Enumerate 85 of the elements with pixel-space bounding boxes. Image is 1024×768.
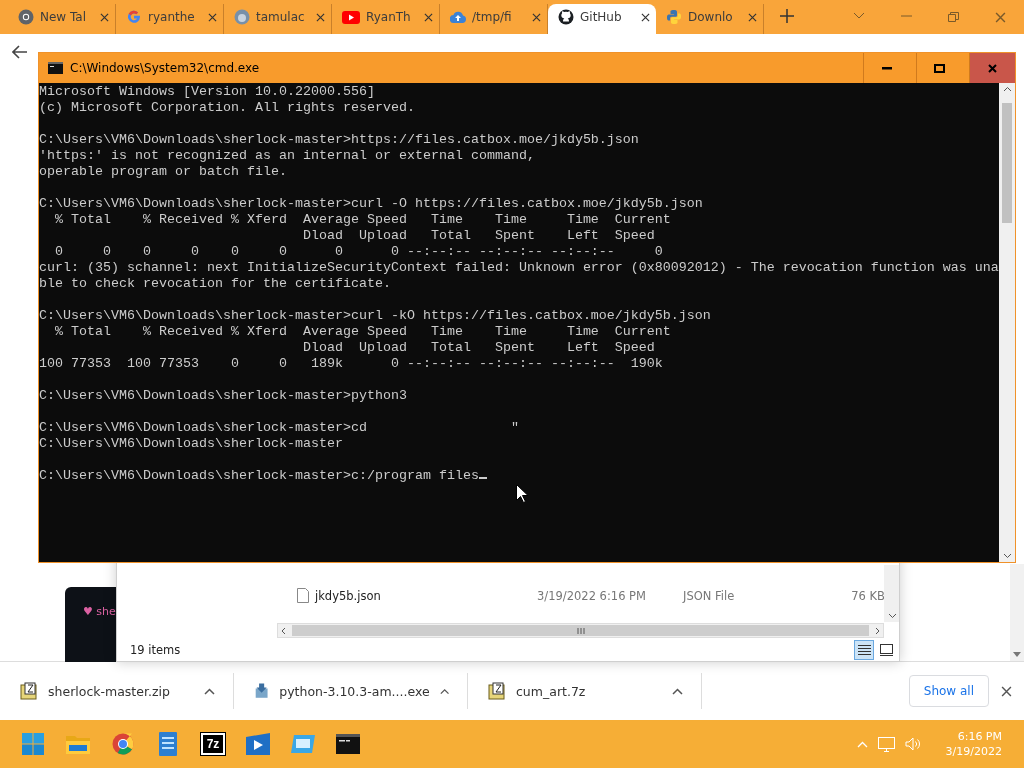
terminal-line: C:\Users\VM6\Downloads\sherlock-master xyxy=(39,436,344,452)
browser-logo-icon[interactable] xyxy=(112,733,134,755)
terminal-line: C:\Users\VM6\Downloads\sherlock-master>curl -O https://files.catbox.moe/jkdy5b.json xyxy=(39,196,704,212)
terminal-line: Dload Upload Total Spent Left Speed xyxy=(301,228,656,244)
chevron-up-icon[interactable] xyxy=(1002,86,1012,92)
close-icon xyxy=(988,63,997,73)
restore-icon[interactable] xyxy=(948,12,959,22)
terminal-line: % Total % Received % Xferd Average Speed Time Time Time Current xyxy=(54,212,672,228)
scrollbar-thumb[interactable] xyxy=(1002,103,1012,223)
terminal-line: (c) Microsoft Corporation. All rights reserved. xyxy=(39,100,416,116)
cloud-upload-icon xyxy=(450,11,466,23)
caret-up-icon[interactable] xyxy=(204,687,215,695)
tiles-icon xyxy=(879,644,893,656)
installer-icon xyxy=(254,682,270,700)
terminal-line: 'https:' is not recognized as an internal or external command, xyxy=(39,148,536,164)
file-date: 3/19/2022 6:16 PM xyxy=(537,588,647,603)
play-logo-icon xyxy=(342,10,360,24)
terminal-line: C:\Users\VM6\Downloads\sherlock-master>python3 xyxy=(39,388,408,404)
chevron-left-icon[interactable] xyxy=(281,626,286,635)
close-icon[interactable] xyxy=(748,12,757,22)
chevron-right-icon[interactable] xyxy=(875,626,880,635)
terminal-line: C:\Users\VM6\Downloads\sherlock-master>cd " xyxy=(39,420,520,436)
chevron-down-icon[interactable] xyxy=(1002,553,1012,559)
scrollbar[interactable] xyxy=(999,83,1015,562)
close-icon[interactable] xyxy=(424,12,433,22)
archiver-icon[interactable]: 7z xyxy=(201,733,225,755)
horizontal-scrollbar[interactable] xyxy=(277,623,884,638)
text-cursor xyxy=(478,477,487,479)
grip-icon xyxy=(576,627,585,634)
scrollbar[interactable] xyxy=(884,565,899,622)
item-count: 19 items xyxy=(130,643,181,657)
download-item[interactable]: sherlock-master.zip xyxy=(0,673,234,709)
terminal-icon[interactable] xyxy=(336,734,360,754)
archive-file-icon xyxy=(488,682,506,700)
file-name[interactable]: jkdy5b.json xyxy=(315,588,381,603)
file-type: JSON File xyxy=(683,588,736,603)
download-item[interactable]: cum_art.7z xyxy=(468,673,702,709)
close-icon[interactable] xyxy=(532,12,541,22)
cat-logo-icon xyxy=(558,9,574,25)
download-item[interactable]: python-3.10.3-am....exe xyxy=(234,673,468,709)
down-arrow-icon[interactable] xyxy=(1013,652,1021,657)
card-text: ♥ she xyxy=(83,605,116,618)
close-icon[interactable] xyxy=(1001,685,1012,697)
terminal-line: ble to check revocation for the certificate. xyxy=(39,276,392,292)
terminal-line: C:\Users\VM6\Downloads\sherlock-master>curl -kO https://files.catbox.moe/jkdy5b.json xyxy=(39,308,712,324)
play-icon[interactable] xyxy=(246,733,270,755)
list-icon xyxy=(857,644,871,656)
maximize-icon xyxy=(934,63,945,73)
file-size: 76 KB xyxy=(850,588,885,603)
chevron-down-icon[interactable] xyxy=(853,12,865,20)
caret-up-icon[interactable] xyxy=(672,687,683,695)
close-icon[interactable] xyxy=(316,12,325,22)
close-icon[interactable] xyxy=(100,12,109,22)
close-icon[interactable] xyxy=(641,12,650,22)
caret-up-icon[interactable] xyxy=(439,687,449,695)
scrollbar[interactable] xyxy=(1010,564,1024,661)
show-all-button[interactable]: Show all xyxy=(908,675,989,707)
terminal-line: Dload Upload Total Spent Left Speed xyxy=(301,340,656,356)
avatar-icon xyxy=(234,9,250,25)
window-title: C:\Windows\System32\cmd.exe xyxy=(70,61,261,75)
close-button[interactable] xyxy=(969,53,1015,83)
snake-logo-icon xyxy=(666,9,682,25)
letter-logo-icon xyxy=(126,9,142,25)
archive-file-icon xyxy=(20,682,38,700)
terminal-line: C:\Users\VM6\Downloads\sherlock-master>https://files.catbox.moe/jkdy5b.json xyxy=(39,132,640,148)
scrollbar-thumb[interactable] xyxy=(292,625,869,636)
terminal-line: operable program or batch file. xyxy=(39,164,288,180)
mouse-pointer-icon xyxy=(516,484,528,503)
terminal-line: % Total % Received % Xferd Average Speed Time Time Time Current xyxy=(54,324,672,340)
details-view-button[interactable] xyxy=(854,640,874,660)
chevron-down-icon[interactable] xyxy=(887,613,897,619)
command-input[interactable]: C:\Users\VM6\Downloads\sherlock-master>c:/program files xyxy=(39,468,479,483)
terminal-line: 100 77353 100 77353 0 0 189k 0 --:--:-- --:--:-- --:--:-- 190k xyxy=(39,356,664,372)
notepad-icon[interactable] xyxy=(159,732,177,756)
file-icon xyxy=(297,588,309,603)
browser-tab[interactable]: GitHub xyxy=(548,4,656,34)
terminal-line: Microsoft Windows [Version 10.0.22000.556] xyxy=(39,84,376,100)
plus-icon[interactable] xyxy=(780,9,794,23)
close-icon[interactable] xyxy=(208,12,217,22)
terminal-line: 0 0 0 0 0 0 0 0 --:--:-- --:--:-- --:--:-- 0 xyxy=(54,244,664,260)
back-arrow-icon[interactable] xyxy=(12,45,28,59)
browser-logo-icon xyxy=(18,9,34,25)
terminal-line: curl: (35) schannel: next InitializeSecurityContext failed: Unknown error (0x80092012) - The revocation function was una xyxy=(39,260,999,276)
folder-icon[interactable] xyxy=(66,734,90,754)
terminal-icon xyxy=(48,62,63,74)
